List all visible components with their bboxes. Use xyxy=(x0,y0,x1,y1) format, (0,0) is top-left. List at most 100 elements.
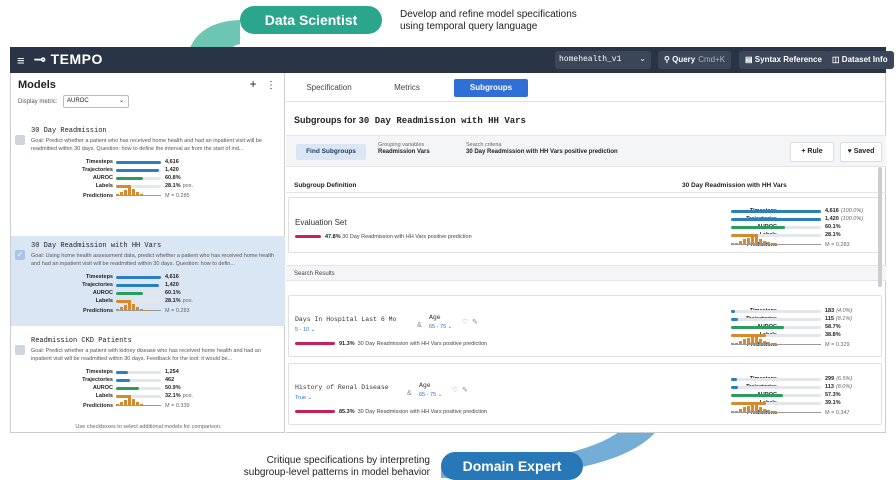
metric-value: 1,420 xyxy=(165,167,179,173)
histogram-bar xyxy=(755,402,758,412)
dataset-info-button[interactable]: ◫ Dataset Info xyxy=(826,51,894,69)
add-rule-button[interactable]: + Rule xyxy=(790,142,834,162)
metric-label: Labels xyxy=(95,183,113,189)
metric-row-auroc: AUROC60.1% xyxy=(679,224,896,231)
condition-value-select[interactable]: True ⌄ xyxy=(295,395,312,401)
data-scientist-label: Data Scientist xyxy=(240,6,382,34)
model-checkbox[interactable] xyxy=(15,345,25,355)
subgroup-performance: 85.3% 30 Day Readmission with HH Vars pos… xyxy=(295,409,487,415)
histogram-bar xyxy=(120,192,123,195)
models-panel: Models + ⋮ Display metric: AUROC ⌄ 30 Day… xyxy=(10,73,285,433)
model-checkbox[interactable] xyxy=(15,135,25,145)
and-operator: & xyxy=(407,390,412,397)
tab-metrics[interactable]: Metrics xyxy=(382,79,432,97)
evaluation-set-title: Evaluation Set xyxy=(295,218,347,227)
histogram-bar xyxy=(116,309,119,310)
histogram-bar xyxy=(771,411,774,412)
metric-value: 60.1% xyxy=(825,224,841,230)
metric-value: M = 0.285 xyxy=(165,193,190,199)
find-subgroups-button[interactable]: Find Subgroups xyxy=(296,144,366,160)
metric-bar xyxy=(116,371,129,374)
edit-icon[interactable]: ✎ xyxy=(472,318,478,326)
tab-specification[interactable]: Specification xyxy=(298,79,360,97)
metric-label: Trajectories xyxy=(82,167,113,173)
condition-variable: History of Renal Disease xyxy=(295,384,389,391)
condition-value-select[interactable]: 65 - 75 ⌄ xyxy=(429,324,452,330)
search-criteria[interactable]: Search criteria 30 Day Readmission with H… xyxy=(466,142,618,155)
histogram-bar xyxy=(136,402,139,405)
metric-value: M = 0.347 xyxy=(825,410,850,416)
subgroup-definition-header: Subgroup Definition xyxy=(294,182,357,189)
histogram-bar xyxy=(747,406,750,412)
tab-subgroups[interactable]: Subgroups xyxy=(454,79,528,97)
evaluation-set-card[interactable]: Evaluation Set 47.8% 30 Day Readmission … xyxy=(288,197,882,253)
menu-icon[interactable]: ≡ xyxy=(17,53,25,68)
metric-value: M = 0.329 xyxy=(825,342,850,348)
histogram-bar xyxy=(731,343,734,344)
histogram-bar xyxy=(771,343,774,344)
more-options-icon[interactable]: ⋮ xyxy=(266,80,276,91)
saved-button[interactable]: ♥ Saved xyxy=(840,142,882,162)
histogram-bar xyxy=(759,239,762,244)
model-name: Readmission CKD Patients xyxy=(31,337,132,345)
model-goal: Goal: Predict whether a patient who has … xyxy=(31,138,262,152)
metric-value: M = 0.339 xyxy=(165,403,190,409)
metric-value: 299 (6.5%) xyxy=(825,376,853,382)
histogram-bar xyxy=(124,305,127,310)
histogram-bar xyxy=(116,194,119,195)
metric-row-auroc: AUROC 50.9% xyxy=(31,385,281,392)
model-metrics: Timesteps 1,254 Trajectories 462 AUROC 50.9% L… xyxy=(31,369,281,417)
histogram-bar xyxy=(767,242,770,244)
subgroup-result-card[interactable]: History of Renal Disease True ⌄ & Age 65 - 7… xyxy=(288,363,882,425)
subgroup-result-card[interactable]: Days In Hospital Last 6 Mo 5 - 10 ⌄ & Age 65… xyxy=(288,295,882,357)
dataset-select[interactable]: homehealth_v1 ⌄ xyxy=(555,51,651,69)
model-checkbox[interactable]: ✓ xyxy=(15,250,25,260)
histogram-bar xyxy=(120,402,123,405)
display-metric-select[interactable]: AUROC ⌄ xyxy=(63,95,129,108)
metric-bar xyxy=(731,226,785,229)
histogram-bar xyxy=(763,409,766,412)
histogram-bar xyxy=(132,304,135,310)
histogram-bar xyxy=(132,399,135,405)
model-goal: Goal: Predict whether a patient with kid… xyxy=(31,348,261,362)
performance-bar xyxy=(295,410,335,414)
model-card[interactable]: Readmission CKD Patients Goal: Predict wh… xyxy=(11,331,285,419)
models-title: Models xyxy=(18,79,56,91)
evaluation-performance: 47.8% 30 Day Readmission with HH Vars po… xyxy=(295,234,472,240)
save-heart-icon[interactable]: ♡ xyxy=(462,318,468,326)
metric-bar xyxy=(116,379,131,382)
histogram-bar xyxy=(739,341,742,344)
histogram-bar xyxy=(128,395,131,405)
edit-icon[interactable]: ✎ xyxy=(462,386,468,394)
metric-row-timesteps: Timesteps 1,254 xyxy=(31,369,281,376)
metric-value: 1,420 xyxy=(165,282,179,288)
model-goal: Goal: Using home health assessment data,… xyxy=(31,253,275,267)
model-card[interactable]: ✓ 30 Day Readmission with HH Vars Goal: Us… xyxy=(11,236,285,326)
add-model-button[interactable]: + xyxy=(250,77,257,91)
scrollbar[interactable] xyxy=(878,167,882,287)
metric-bar xyxy=(731,394,783,397)
grouping-variables[interactable]: Grouping variables Readmission Vars xyxy=(378,142,430,155)
metric-row-trajectories: Trajectories 1,420 xyxy=(31,282,281,289)
metric-value: 4,616 xyxy=(165,159,179,165)
histogram-bar xyxy=(136,307,139,310)
performance-bar xyxy=(295,235,321,239)
query-button[interactable]: ⚲ Query Cmd+K xyxy=(658,51,732,69)
metric-row-auroc: AUROC57.3% xyxy=(679,392,896,399)
metric-row-trajectories: Trajectories115(8.1%) xyxy=(679,316,896,323)
condition-value-select[interactable]: 5 - 10 ⌄ xyxy=(295,327,315,333)
syntax-reference-button[interactable]: ▤ Syntax Reference xyxy=(739,51,828,69)
model-card[interactable]: 30 Day Readmission Goal: Predict whether … xyxy=(11,121,285,209)
save-heart-icon[interactable]: ♡ xyxy=(452,386,458,394)
histogram-bar xyxy=(120,307,123,310)
metric-label: Labels xyxy=(95,393,113,399)
metric-bar xyxy=(116,276,161,279)
metric-value: 38.8% xyxy=(825,332,841,338)
histogram-bar xyxy=(743,239,746,244)
search-results-label: Search Results xyxy=(286,265,886,281)
metric-bar xyxy=(731,378,737,381)
histogram-bar xyxy=(124,400,127,405)
metric-label: Labels xyxy=(95,298,113,304)
condition-value-select[interactable]: 65 - 75 ⌄ xyxy=(419,392,442,398)
model-column-header: 30 Day Readmission with HH Vars xyxy=(682,182,787,189)
